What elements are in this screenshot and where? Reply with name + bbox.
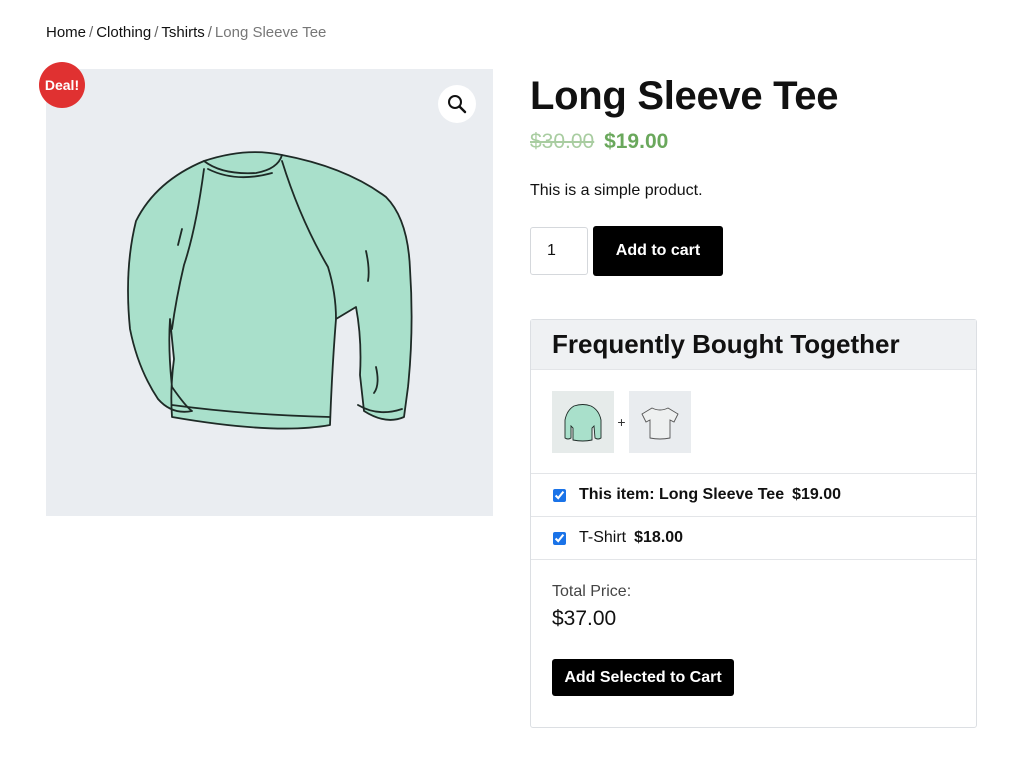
fbt-images: + bbox=[531, 370, 976, 474]
add-to-cart-button[interactable]: Add to cart bbox=[593, 226, 723, 276]
breadcrumb-separator: / bbox=[154, 24, 159, 41]
add-to-cart-form: Add to cart bbox=[530, 226, 977, 276]
product-gallery[interactable]: Deal! bbox=[39, 62, 493, 516]
fbt-total-value: $37.00 bbox=[552, 607, 617, 630]
fbt-item-price: $18.00 bbox=[634, 529, 684, 546]
deal-badge: Deal! bbox=[39, 62, 85, 108]
quantity-input[interactable] bbox=[530, 227, 588, 275]
fbt-thumb-t-shirt[interactable] bbox=[629, 390, 691, 453]
fbt-item-price: $19.00 bbox=[792, 486, 842, 503]
t-shirt-thumbnail bbox=[641, 406, 679, 439]
long-sleeve-tee-thumbnail bbox=[564, 403, 602, 441]
fbt-checkbox-t-shirt[interactable] bbox=[553, 531, 566, 545]
fbt-item-label: T-Shirt bbox=[579, 529, 627, 546]
fbt-plus: + bbox=[617, 413, 626, 430]
breadcrumb-clothing[interactable]: Clothing bbox=[96, 24, 151, 41]
product-title: Long Sleeve Tee bbox=[530, 74, 839, 118]
breadcrumb-current: Long Sleeve Tee bbox=[214, 24, 327, 41]
long-sleeve-tee-image bbox=[127, 151, 413, 430]
fbt-item-label: This item: Long Sleeve Tee bbox=[579, 486, 785, 503]
product-price: $30.00 $19.00 bbox=[530, 130, 977, 154]
fbt-checkbox-long-sleeve-tee[interactable] bbox=[553, 488, 566, 502]
add-selected-to-cart-button[interactable]: Add Selected to Cart bbox=[552, 659, 734, 696]
fbt-header: Frequently Bought Together bbox=[531, 320, 976, 370]
breadcrumb-home[interactable]: Home bbox=[46, 24, 86, 41]
fbt-item-long-sleeve-tee: This item: Long Sleeve Tee $19.00 bbox=[531, 474, 976, 517]
breadcrumb-separator: / bbox=[89, 24, 94, 41]
fbt-thumb-long-sleeve-tee[interactable] bbox=[552, 390, 614, 453]
frequently-bought-together: Frequently Bought Together + This item: … bbox=[530, 319, 977, 728]
price-old: $30.00 bbox=[530, 130, 595, 153]
price-new: $19.00 bbox=[604, 130, 669, 153]
fbt-title: Frequently Bought Together bbox=[552, 329, 900, 359]
fbt-total-label: Total Price: bbox=[552, 583, 632, 600]
product-summary: Long Sleeve Tee $30.00 $19.00 This is a … bbox=[530, 72, 977, 276]
fbt-item-t-shirt: T-Shirt $18.00 bbox=[531, 517, 976, 560]
product-short-description: This is a simple product. bbox=[530, 182, 703, 199]
breadcrumb: Home / Clothing / Tshirts / Long Sleeve Tee bbox=[46, 24, 326, 41]
breadcrumb-tshirts[interactable]: Tshirts bbox=[161, 24, 204, 41]
breadcrumb-separator: / bbox=[207, 24, 212, 41]
